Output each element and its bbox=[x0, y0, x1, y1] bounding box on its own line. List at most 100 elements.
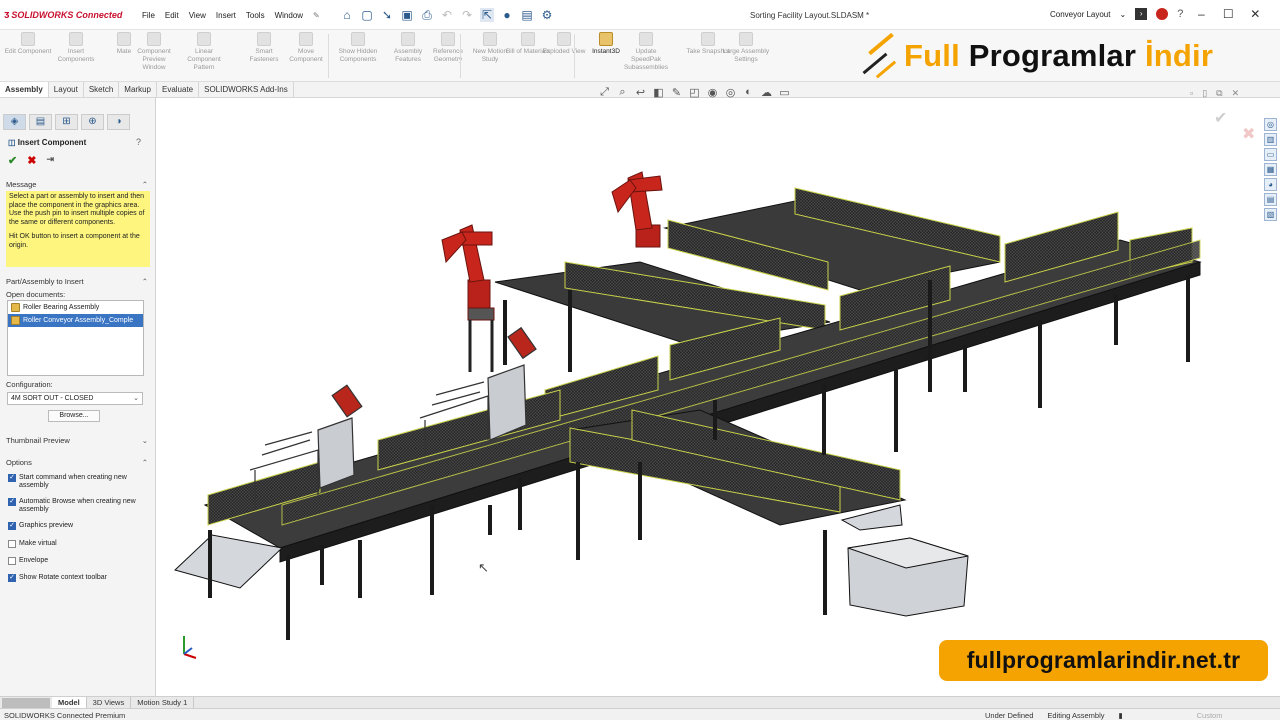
checkbox-unchecked-icon[interactable] bbox=[8, 557, 16, 565]
checkbox-unchecked-icon[interactable] bbox=[8, 540, 16, 548]
home-icon[interactable]: ⌂ bbox=[340, 8, 354, 22]
appearances-icon[interactable]: ◕ bbox=[1264, 178, 1277, 191]
option-checkbox[interactable]: Envelope bbox=[8, 557, 148, 565]
bottom-tab-model[interactable]: Model bbox=[52, 697, 87, 708]
feature-manager-tab-icon[interactable]: ◈ bbox=[3, 114, 26, 130]
cmd-large-assembly-settings[interactable]: Large Assembly Settings bbox=[722, 32, 770, 64]
option-checkbox[interactable]: ✓ Automatic Browse when creating new asse… bbox=[8, 498, 148, 514]
configuration-select[interactable]: 4M SORT OUT - CLOSED ⌄ bbox=[7, 392, 143, 405]
solidworks-logo[interactable]: ᴣ SOLIDWORKS Connected bbox=[4, 9, 122, 21]
bottom-tab-motion-study-1[interactable]: Motion Study 1 bbox=[131, 697, 195, 708]
tab-scroll-arrows[interactable] bbox=[2, 698, 50, 708]
minimize-button[interactable]: – bbox=[1192, 7, 1210, 21]
help-icon[interactable]: ? bbox=[136, 137, 141, 147]
option-checkbox[interactable]: ✓ Show Rotate context toolbar bbox=[8, 574, 148, 582]
command-search-icon[interactable]: › bbox=[1135, 8, 1148, 20]
open-document-item[interactable]: Roller Bearing Assembly bbox=[8, 301, 143, 314]
checkbox-checked-icon[interactable]: ✓ bbox=[8, 498, 16, 506]
push-pin-icon[interactable]: ⇥ bbox=[46, 154, 54, 167]
confirmation-cancel-icon[interactable]: ✖ bbox=[1242, 124, 1255, 144]
menu-tools[interactable]: Tools bbox=[246, 11, 265, 20]
view-settings-icon[interactable]: ▭ bbox=[778, 86, 791, 99]
tab-layout[interactable]: Layout bbox=[49, 82, 84, 97]
file-explorer-icon[interactable]: ▭ bbox=[1264, 148, 1277, 161]
cancel-x-icon[interactable]: ✖ bbox=[27, 154, 36, 167]
checkbox-checked-icon[interactable]: ✓ bbox=[8, 474, 16, 482]
tab-solidworks-add-ins[interactable]: SOLIDWORKS Add-Ins bbox=[199, 82, 294, 97]
hide-show-items-icon[interactable]: ◎ bbox=[724, 86, 737, 99]
cmd-update-speedpak-subassemblies[interactable]: Update SpeedPak Subassemblies bbox=[622, 32, 670, 72]
menu-window[interactable]: Window bbox=[275, 11, 303, 20]
cmd-show-hidden-components[interactable]: Show Hidden Components bbox=[334, 32, 382, 64]
tab-evaluate[interactable]: Evaluate bbox=[157, 82, 200, 97]
cmd-component-preview-window[interactable]: Component Preview Window bbox=[130, 32, 178, 72]
menu-insert[interactable]: Insert bbox=[216, 11, 236, 20]
design-library-icon[interactable]: ▥ bbox=[1264, 133, 1277, 146]
configuration-manager-tab-icon[interactable]: ⊞ bbox=[55, 114, 78, 130]
message-section-header[interactable]: Message ⌃ bbox=[6, 180, 150, 189]
menu-view[interactable]: View bbox=[189, 11, 206, 20]
solidworks-resources-icon[interactable]: ◎ bbox=[1264, 118, 1277, 131]
close-icon[interactable]: ✕ bbox=[1232, 88, 1240, 99]
tab-sketch[interactable]: Sketch bbox=[84, 82, 120, 97]
traffic-light-icon[interactable]: ● bbox=[500, 8, 514, 22]
property-manager-tab-icon[interactable]: ▤ bbox=[29, 114, 52, 130]
part-assembly-section-header[interactable]: Part/Assembly to Insert ⌃ bbox=[6, 277, 150, 286]
chevron-down-icon[interactable]: ⌄ bbox=[1119, 10, 1126, 19]
new-window-icon[interactable]: ▯ bbox=[1202, 88, 1207, 99]
cmd-linear-component-pattern[interactable]: Linear Component Pattern bbox=[180, 32, 228, 72]
bottom-tab-3d-views[interactable]: 3D Views bbox=[87, 697, 132, 708]
options-gear-icon[interactable]: ⚙ bbox=[540, 8, 554, 22]
edit-appearance-icon[interactable]: ◐ bbox=[742, 86, 755, 99]
pin-menu-icon[interactable]: ✎ bbox=[313, 11, 320, 20]
file-properties-icon[interactable]: ▤ bbox=[520, 8, 534, 22]
forum-icon[interactable]: ▧ bbox=[1264, 208, 1277, 221]
menu-file[interactable]: File bbox=[142, 11, 155, 20]
checkbox-checked-icon[interactable]: ✓ bbox=[8, 574, 16, 582]
dimxpert-tab-icon[interactable]: ⊕ bbox=[81, 114, 104, 130]
open-document-item[interactable]: Roller Conveyor Assembly_Comple bbox=[8, 314, 143, 327]
maximize-button[interactable]: ☐ bbox=[1219, 7, 1237, 21]
restore-icon[interactable]: ▫ bbox=[1190, 88, 1193, 99]
section-view-icon[interactable]: ◧ bbox=[652, 86, 665, 99]
zoom-to-area-icon[interactable]: ⌕ bbox=[616, 86, 629, 99]
units-selector[interactable]: Custom bbox=[1197, 711, 1223, 720]
display-style-icon[interactable]: ◉ bbox=[706, 86, 719, 99]
cmd-move-component[interactable]: Move Component bbox=[282, 32, 330, 64]
custom-properties-icon[interactable]: ▤ bbox=[1264, 193, 1277, 206]
cmd-reference-geometry[interactable]: Reference Geometry bbox=[424, 32, 472, 64]
user-avatar-icon[interactable] bbox=[1156, 8, 1169, 20]
print-icon[interactable]: ⎙ bbox=[420, 8, 434, 22]
graphics-area[interactable] bbox=[157, 98, 1280, 696]
save-icon[interactable]: ▣ bbox=[400, 8, 414, 22]
option-checkbox[interactable]: Make virtual bbox=[8, 540, 148, 548]
menu-edit[interactable]: Edit bbox=[165, 11, 179, 20]
open-icon[interactable]: ➘ bbox=[380, 8, 394, 22]
help-icon[interactable]: ? bbox=[1177, 8, 1183, 20]
view-palette-icon[interactable]: ▦ bbox=[1264, 163, 1277, 176]
cmd-insert-components[interactable]: Insert Components bbox=[52, 32, 100, 64]
thumbnail-preview-header[interactable]: Thumbnail Preview ⌄ bbox=[6, 436, 150, 445]
select-icon[interactable]: ⇱ bbox=[480, 8, 494, 22]
undo-icon[interactable]: ↶ bbox=[440, 8, 454, 22]
new-document-icon[interactable]: ▢ bbox=[360, 8, 374, 22]
previous-view-icon[interactable]: ↩ bbox=[634, 86, 647, 99]
view-orientation-icon[interactable]: ◰ bbox=[688, 86, 701, 99]
redo-icon[interactable]: ↷ bbox=[460, 8, 474, 22]
configuration-dropdown[interactable]: Conveyor Layout bbox=[1050, 10, 1110, 19]
ok-checkmark-icon[interactable]: ✔ bbox=[8, 154, 17, 167]
open-documents-list[interactable]: Roller Bearing Assembly Roller Conveyor A… bbox=[7, 300, 144, 376]
cmd-edit-component[interactable]: Edit Component bbox=[4, 32, 52, 56]
display-manager-tab-icon[interactable]: ◑ bbox=[107, 114, 130, 130]
dynamic-annotation-icon[interactable]: ✎ bbox=[670, 86, 683, 99]
checkbox-checked-icon[interactable]: ✓ bbox=[8, 522, 16, 530]
tab-markup[interactable]: Markup bbox=[119, 82, 157, 97]
option-checkbox[interactable]: ✓ Graphics preview bbox=[8, 522, 148, 530]
tab-assembly[interactable]: Assembly bbox=[0, 82, 49, 97]
option-checkbox[interactable]: ✓ Start command when creating new assembl… bbox=[8, 474, 148, 490]
confirmation-check-icon[interactable]: ✔ bbox=[1214, 108, 1227, 128]
cmd-exploded-view[interactable]: Exploded View bbox=[540, 32, 588, 56]
zoom-to-fit-icon[interactable]: ⤢ bbox=[598, 86, 611, 99]
maximize-icon[interactable]: ⧉ bbox=[1216, 88, 1222, 99]
apply-scene-icon[interactable]: ☁ bbox=[760, 86, 773, 99]
